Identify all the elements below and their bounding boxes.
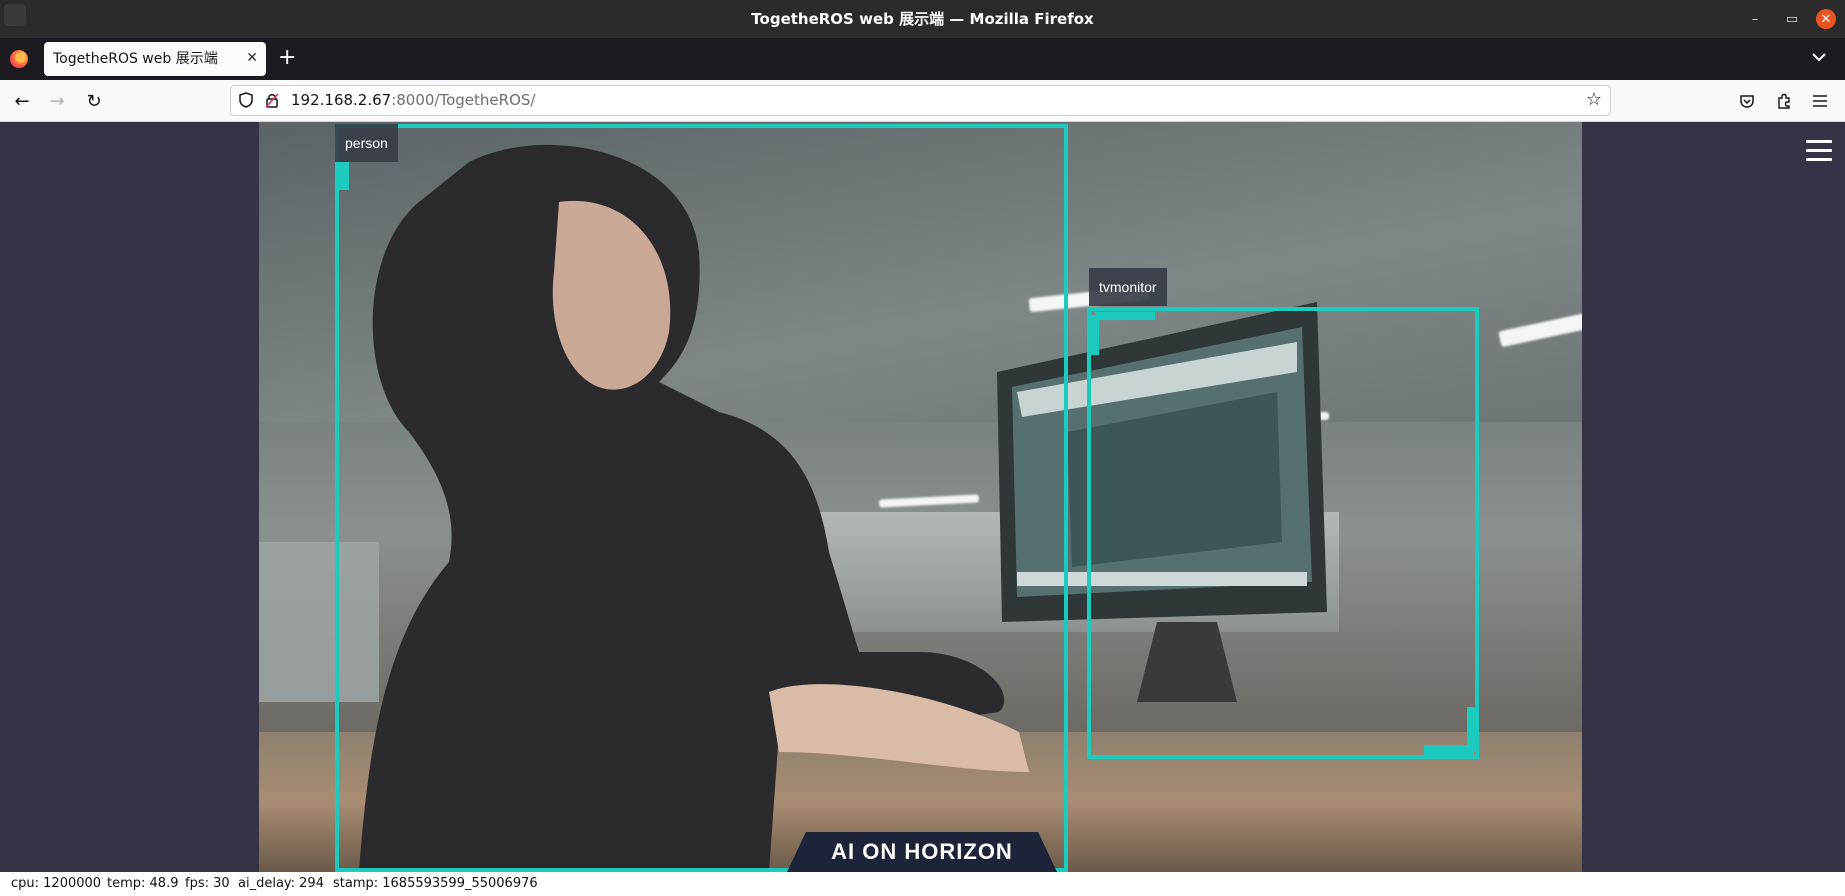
tracking-protection-shield-icon[interactable] — [239, 92, 253, 108]
ai-on-horizon-logo: AI ON HORIZON — [787, 832, 1057, 872]
forward-button[interactable]: → — [45, 89, 69, 113]
window-titlebar: TogetheROS web 展示端 — Mozilla Firefox – ▭… — [0, 0, 1845, 38]
extensions-icon[interactable] — [1772, 89, 1796, 113]
tvmonitor-bounding-box — [1087, 307, 1479, 759]
url-bar[interactable]: 192.168.2.67:8000/TogetheROS/ ☆ — [230, 85, 1611, 116]
window-title: TogetheROS web 展示端 — Mozilla Firefox — [751, 10, 1094, 28]
stamp-stat: stamp: 1685593599_55006976 — [333, 876, 538, 891]
bbox-corner — [335, 162, 349, 190]
url-text[interactable]: 192.168.2.67:8000/TogetheROS/ — [291, 86, 535, 115]
camera-stream-view: person tvmonitor AI ON HORIZON — [259, 122, 1582, 872]
bbox-corner — [1095, 312, 1155, 320]
new-tab-button[interactable]: + — [278, 47, 296, 69]
page-content: person tvmonitor AI ON HORIZON — [0, 122, 1845, 872]
person-detection-label: person — [335, 124, 398, 162]
ai-delay-stat: ai_delay: 294 — [238, 876, 324, 891]
bookmark-star-icon[interactable]: ☆ — [1586, 89, 1602, 110]
bbox-corner — [1091, 315, 1099, 355]
list-all-tabs-chevron-icon[interactable] — [1812, 50, 1826, 66]
status-bar: cpu: 1200000 temp: 48.9 fps: 30 ai_delay… — [0, 872, 1845, 896]
navigation-toolbar: ← → ↻ 192.168.2.67:8000/TogetheROS/ ☆ — [0, 80, 1845, 122]
insecure-lock-icon[interactable] — [265, 92, 279, 108]
url-host: 192.168.2.67 — [291, 91, 392, 109]
tab-bar: TogetheROS web 展示端 ✕ + — [0, 38, 1845, 80]
tvmonitor-detection-label: tvmonitor — [1089, 268, 1167, 306]
minimize-button[interactable]: – — [1745, 9, 1765, 29]
back-button[interactable]: ← — [10, 89, 34, 113]
cpu-stat: cpu: 1200000 — [11, 876, 102, 891]
fps-stat: fps: 30 — [185, 876, 230, 891]
temp-stat: temp: 48.9 — [107, 876, 179, 891]
pocket-icon[interactable] — [1735, 89, 1759, 113]
reload-button[interactable]: ↻ — [82, 89, 106, 113]
tab-togetheros[interactable]: TogetheROS web 展示端 ✕ — [44, 42, 266, 76]
tab-close-icon[interactable]: ✕ — [246, 50, 258, 66]
tab-label: TogetheROS web 展示端 — [53, 51, 218, 67]
app-menu-button[interactable] — [1808, 89, 1832, 113]
bbox-corner — [1424, 745, 1474, 755]
maximize-button[interactable]: ▭ — [1782, 9, 1802, 29]
hamburger-menu-icon[interactable] — [1806, 140, 1832, 162]
url-path: :8000/TogetheROS/ — [391, 91, 536, 109]
close-window-button[interactable]: ✕ — [1816, 9, 1836, 29]
person-bounding-box — [335, 124, 1068, 872]
firefox-logo-icon — [10, 50, 28, 68]
